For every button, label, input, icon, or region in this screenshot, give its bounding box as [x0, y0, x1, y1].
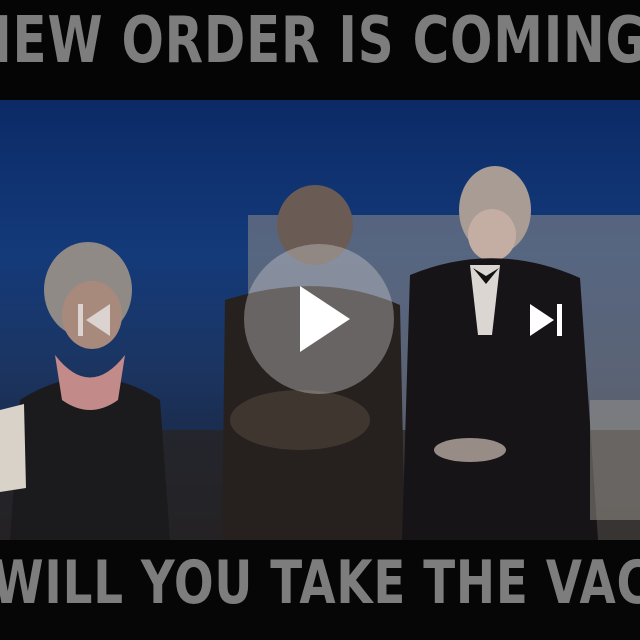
play-icon — [292, 284, 352, 354]
bottom-caption: WILL YOU TAKE THE VACCINE? — [0, 548, 640, 618]
skip-previous-button[interactable] — [74, 300, 114, 340]
video-frame[interactable] — [0, 100, 640, 540]
play-button[interactable] — [244, 244, 394, 394]
person-left — [0, 242, 170, 540]
skip-previous-icon — [74, 300, 114, 340]
skip-next-icon — [526, 300, 566, 340]
podium-right — [590, 400, 640, 520]
skip-next-button[interactable] — [526, 300, 566, 340]
top-caption: NEW ORDER IS COMING — [0, 4, 640, 78]
